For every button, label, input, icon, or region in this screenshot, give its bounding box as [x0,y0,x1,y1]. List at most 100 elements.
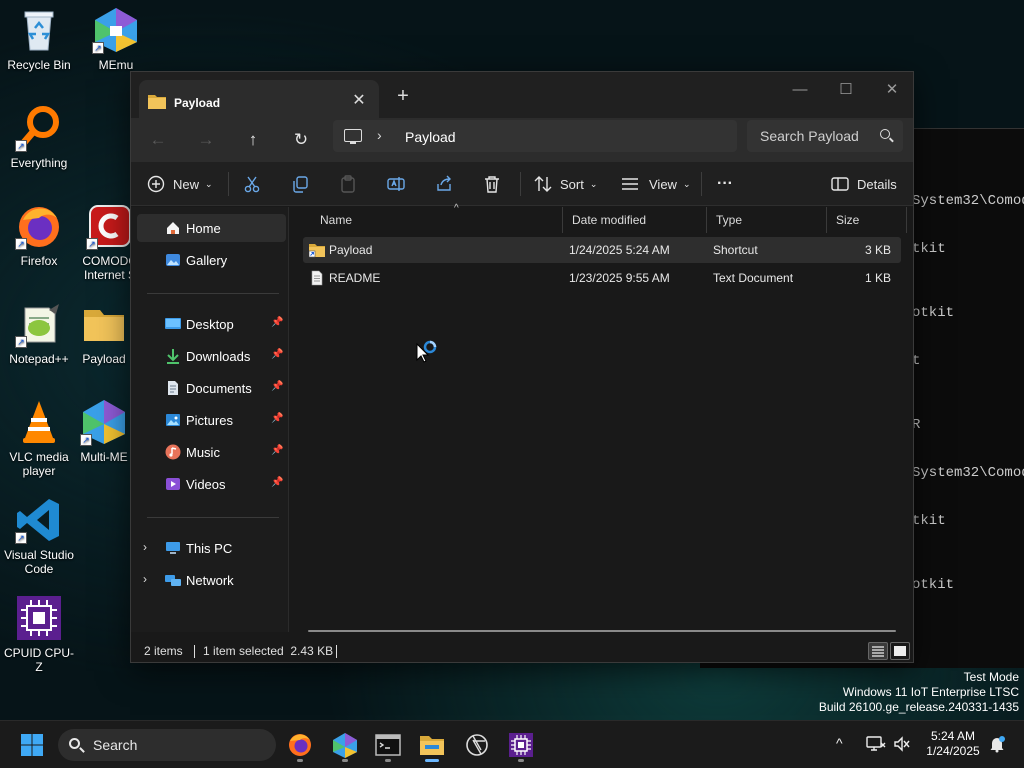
forward-button[interactable]: → [191,125,221,155]
search-input[interactable]: Search Payload [747,120,903,152]
aperture-icon [466,734,488,756]
desktop-icon-cpuz[interactable]: CPUID CPU-Z [1,594,77,674]
search-icon [69,738,80,749]
desktop-icon-vscode[interactable]: ↗ Visual Studio Code [1,496,77,576]
desktop-icon-multi-memu[interactable]: ↗ Multi-ME [78,398,130,464]
sidebar-item-documents[interactable]: Documents 📌 [137,374,286,402]
terminal-icon [375,734,401,756]
sort-icon [534,176,552,192]
table-row[interactable]: Payload 1/24/2025 5:24 AM Shortcut 3 KB [303,237,901,263]
details-view-button[interactable] [868,642,888,660]
desktop-icon-label: Notepad++ [9,352,69,366]
desktop-icon-payload[interactable]: Payload [78,300,130,366]
pin-icon[interactable]: 📌 [271,445,283,456]
refresh-button[interactable]: ↻ [286,125,316,155]
column-separator[interactable] [906,207,907,233]
share-button[interactable] [435,169,453,199]
maximize-button[interactable]: ☐ [823,76,869,104]
busy-cursor-icon [416,338,440,367]
desktop-icon-label: VLC media player [9,450,69,478]
sidebar-item-videos[interactable]: Videos 📌 [137,470,286,498]
clock[interactable]: 5:24 AM 1/24/2025 [918,729,988,759]
new-button[interactable]: New ⌄ [147,169,213,199]
notification-bell-icon[interactable] [988,735,1006,756]
pin-icon[interactable]: 📌 [271,413,283,424]
folder-icon [80,300,128,348]
expand-chevron-icon[interactable]: › [143,540,147,554]
delete-button[interactable] [483,169,501,199]
sidebar-item-music[interactable]: Music 📌 [137,438,286,466]
desktop-icon-firefox[interactable]: ↗ Firefox [1,202,77,268]
sort-label: Sort [560,176,584,192]
taskbar-terminal[interactable] [372,729,404,762]
taskbar-firefox[interactable] [284,729,316,762]
paste-icon [341,175,355,193]
details-pane-button[interactable]: Details [831,169,897,199]
tiles-view-button[interactable] [890,642,910,660]
sidebar-item-this-pc[interactable]: › This PC [137,534,286,562]
taskbar-memu[interactable] [329,729,361,762]
sidebar-item-home[interactable]: Home [137,214,286,242]
column-header-name[interactable]: ^ Name [310,203,562,233]
pin-icon[interactable]: 📌 [271,477,283,488]
minimize-button[interactable]: — [777,76,823,104]
horizontal-scrollbar[interactable] [308,630,896,632]
sidebar-item-label: Videos [186,477,226,492]
sidebar-item-network[interactable]: › Network [137,566,286,594]
clock-date: 1/24/2025 [926,744,980,758]
close-window-button[interactable]: ✕ [869,76,913,104]
file-explorer-icon [420,736,444,755]
new-tab-button[interactable]: + [391,85,415,109]
network-status-icon[interactable] [866,735,886,756]
pin-icon[interactable]: 📌 [271,317,283,328]
desktop-icon-notepadpp[interactable]: ↗ Notepad++ [1,300,77,366]
more-options-button[interactable]: ··· [717,169,733,199]
document-icon [168,381,178,395]
pin-icon[interactable]: 📌 [271,381,283,392]
address-bar[interactable]: › Payload [333,120,737,152]
rename-button[interactable] [387,169,405,199]
table-row[interactable]: README 1/23/2025 9:55 AM Text Document 1… [303,265,901,291]
desktop-icon-everything[interactable]: ↗ Everything [1,104,77,170]
column-header-type[interactable]: Type [706,207,826,233]
sidebar-item-pictures[interactable]: Pictures 📌 [137,406,286,434]
desktop-icon-vlc[interactable]: VLC media player [1,398,77,478]
expand-chevron-icon[interactable]: › [143,572,147,586]
chevron-down-icon: ⌄ [589,178,598,189]
vscode-icon: ↗ [15,496,63,544]
view-button[interactable]: View ⌄ [621,169,691,199]
paste-button[interactable] [339,169,357,199]
sidebar-item-desktop[interactable]: Desktop 📌 [137,310,286,338]
running-indicator [342,759,348,762]
sort-button[interactable]: Sort ⌄ [534,169,597,199]
taskbar-app[interactable] [461,729,493,761]
chevron-right-icon[interactable]: › [377,127,382,143]
shortcut-arrow-icon: ↗ [15,238,27,250]
volume-muted-icon[interactable] [893,735,911,756]
up-button[interactable]: ↑ [238,125,268,155]
taskbar-file-explorer[interactable] [416,729,448,762]
pictures-icon [166,414,180,426]
running-indicator [518,759,524,762]
sidebar-divider [147,293,279,294]
breadcrumb[interactable]: Payload [405,129,456,145]
column-header-date[interactable]: Date modified [562,207,706,233]
sidebar-item-downloads[interactable]: Downloads 📌 [137,342,286,370]
desktop-icon-memu[interactable]: ↗ MEmu [78,6,154,72]
copy-button[interactable] [291,169,309,199]
taskbar-cpuz[interactable] [505,729,537,762]
close-tab-icon[interactable]: ✕ [349,91,369,111]
pin-icon[interactable]: 📌 [271,349,283,360]
show-hidden-icons-chevron[interactable]: ^ [836,735,843,751]
cut-button[interactable] [243,169,261,199]
back-button[interactable]: ← [143,125,173,155]
shortcut-arrow-icon: ↗ [15,140,27,152]
taskbar-search[interactable]: Search [58,729,276,761]
start-button[interactable] [16,729,48,761]
tab-payload[interactable]: Payload ✕ [139,80,379,118]
column-header-size[interactable]: Size [826,207,906,233]
toolbar-divider [520,172,521,196]
sidebar-item-gallery[interactable]: Gallery [137,246,286,274]
desktop-icon-recycle-bin[interactable]: Recycle Bin [1,6,77,72]
chevron-down-icon: ⌄ [205,178,213,189]
